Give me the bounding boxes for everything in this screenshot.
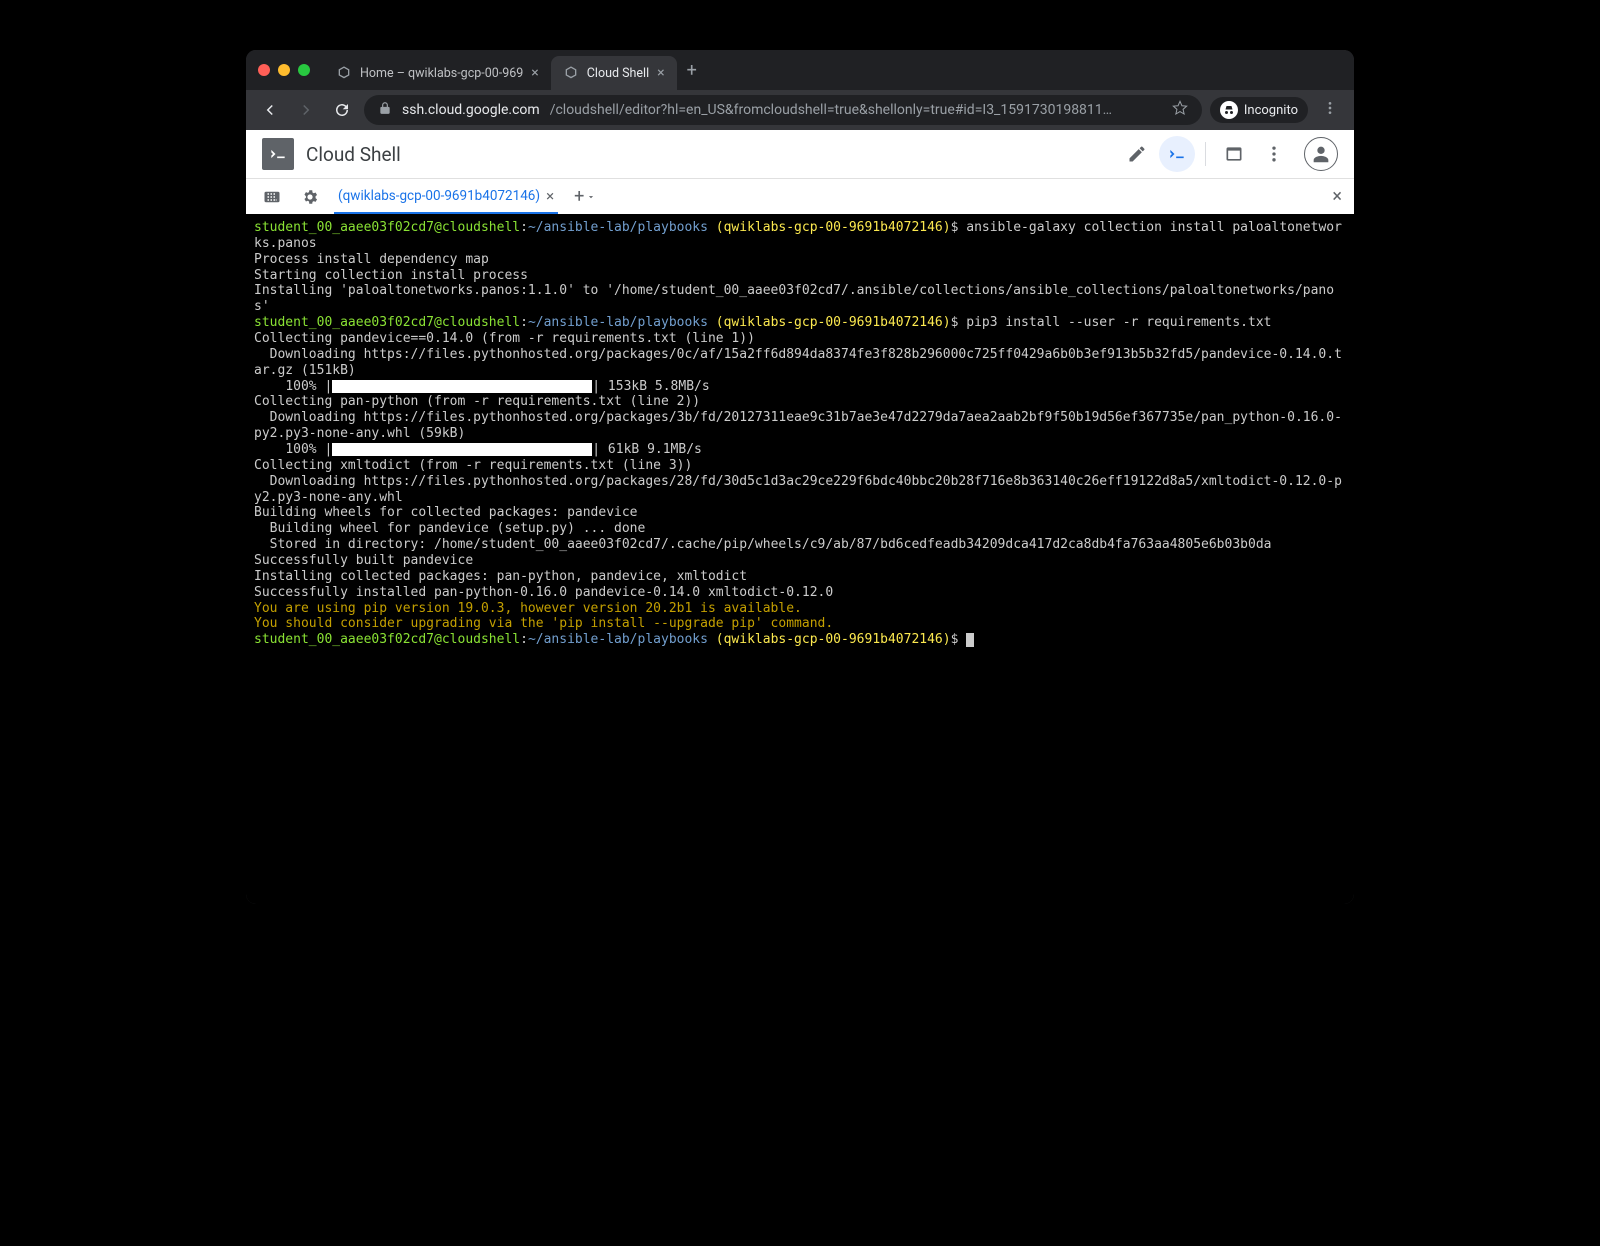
- shell-tab[interactable]: (qwiklabs-gcp-00-9691b4072146) ×: [334, 179, 558, 214]
- terminal-output[interactable]: student_00_aaee03f02cd7@cloudshell:~/ans…: [246, 214, 1354, 904]
- window-controls: [258, 64, 310, 76]
- header-actions: [1119, 136, 1338, 172]
- bookmark-icon[interactable]: [1172, 100, 1188, 120]
- address-bar[interactable]: ssh.cloud.google.com/cloudshell/editor?h…: [364, 95, 1202, 125]
- tab-title: Cloud Shell: [587, 66, 649, 81]
- browser-tab-home[interactable]: Home – qwiklabs-gcp-00-969 ×: [324, 56, 551, 90]
- edit-button[interactable]: [1119, 136, 1155, 172]
- shell-tab-label: (qwiklabs-gcp-00-9691b4072146): [338, 188, 540, 204]
- close-panel-icon[interactable]: ×: [1332, 186, 1342, 207]
- url-host: ssh.cloud.google.com: [402, 102, 540, 118]
- add-shell-button[interactable]: +: [574, 186, 596, 207]
- url-path: /cloudshell/editor?hl=en_US&fromcloudshe…: [550, 102, 1112, 118]
- incognito-label: Incognito: [1244, 103, 1298, 118]
- cloudshell-header: Cloud Shell: [246, 130, 1354, 178]
- hexagon-icon: [563, 65, 579, 81]
- terminal-button[interactable]: [1159, 136, 1195, 172]
- hexagon-icon: [336, 65, 352, 81]
- close-tab-icon[interactable]: ×: [531, 65, 538, 81]
- close-window-button[interactable]: [258, 64, 270, 76]
- close-shell-tab-icon[interactable]: ×: [546, 187, 554, 205]
- cloudshell-logo-icon: [262, 138, 294, 170]
- keyboard-icon[interactable]: [258, 183, 286, 211]
- incognito-icon: [1220, 101, 1238, 119]
- divider: [1205, 142, 1206, 166]
- browser-toolbar: ssh.cloud.google.com/cloudshell/editor?h…: [246, 90, 1354, 130]
- more-menu-button[interactable]: [1256, 136, 1292, 172]
- browser-tabbar: Home – qwiklabs-gcp-00-969 × Cloud Shell…: [246, 50, 1354, 90]
- browser-menu-button[interactable]: [1316, 100, 1344, 120]
- terminal-cursor: [966, 633, 974, 647]
- progress-bar: [332, 380, 592, 393]
- forward-button[interactable]: [292, 96, 320, 124]
- close-tab-icon[interactable]: ×: [657, 65, 664, 81]
- browser-window: Home – qwiklabs-gcp-00-969 × Cloud Shell…: [246, 50, 1354, 904]
- open-window-button[interactable]: [1216, 136, 1252, 172]
- tab-title: Home – qwiklabs-gcp-00-969: [360, 66, 523, 81]
- maximize-window-button[interactable]: [298, 64, 310, 76]
- incognito-badge[interactable]: Incognito: [1210, 97, 1308, 123]
- new-tab-button[interactable]: +: [677, 60, 707, 81]
- reload-button[interactable]: [328, 96, 356, 124]
- account-avatar[interactable]: [1304, 137, 1338, 171]
- lock-icon: [378, 101, 392, 119]
- shell-tabbar: (qwiklabs-gcp-00-9691b4072146) × + ×: [246, 178, 1354, 214]
- app-title: Cloud Shell: [306, 143, 1107, 166]
- minimize-window-button[interactable]: [278, 64, 290, 76]
- settings-icon[interactable]: [296, 183, 324, 211]
- browser-tab-cloudshell[interactable]: Cloud Shell ×: [551, 56, 677, 90]
- progress-bar: [332, 443, 592, 456]
- back-button[interactable]: [256, 96, 284, 124]
